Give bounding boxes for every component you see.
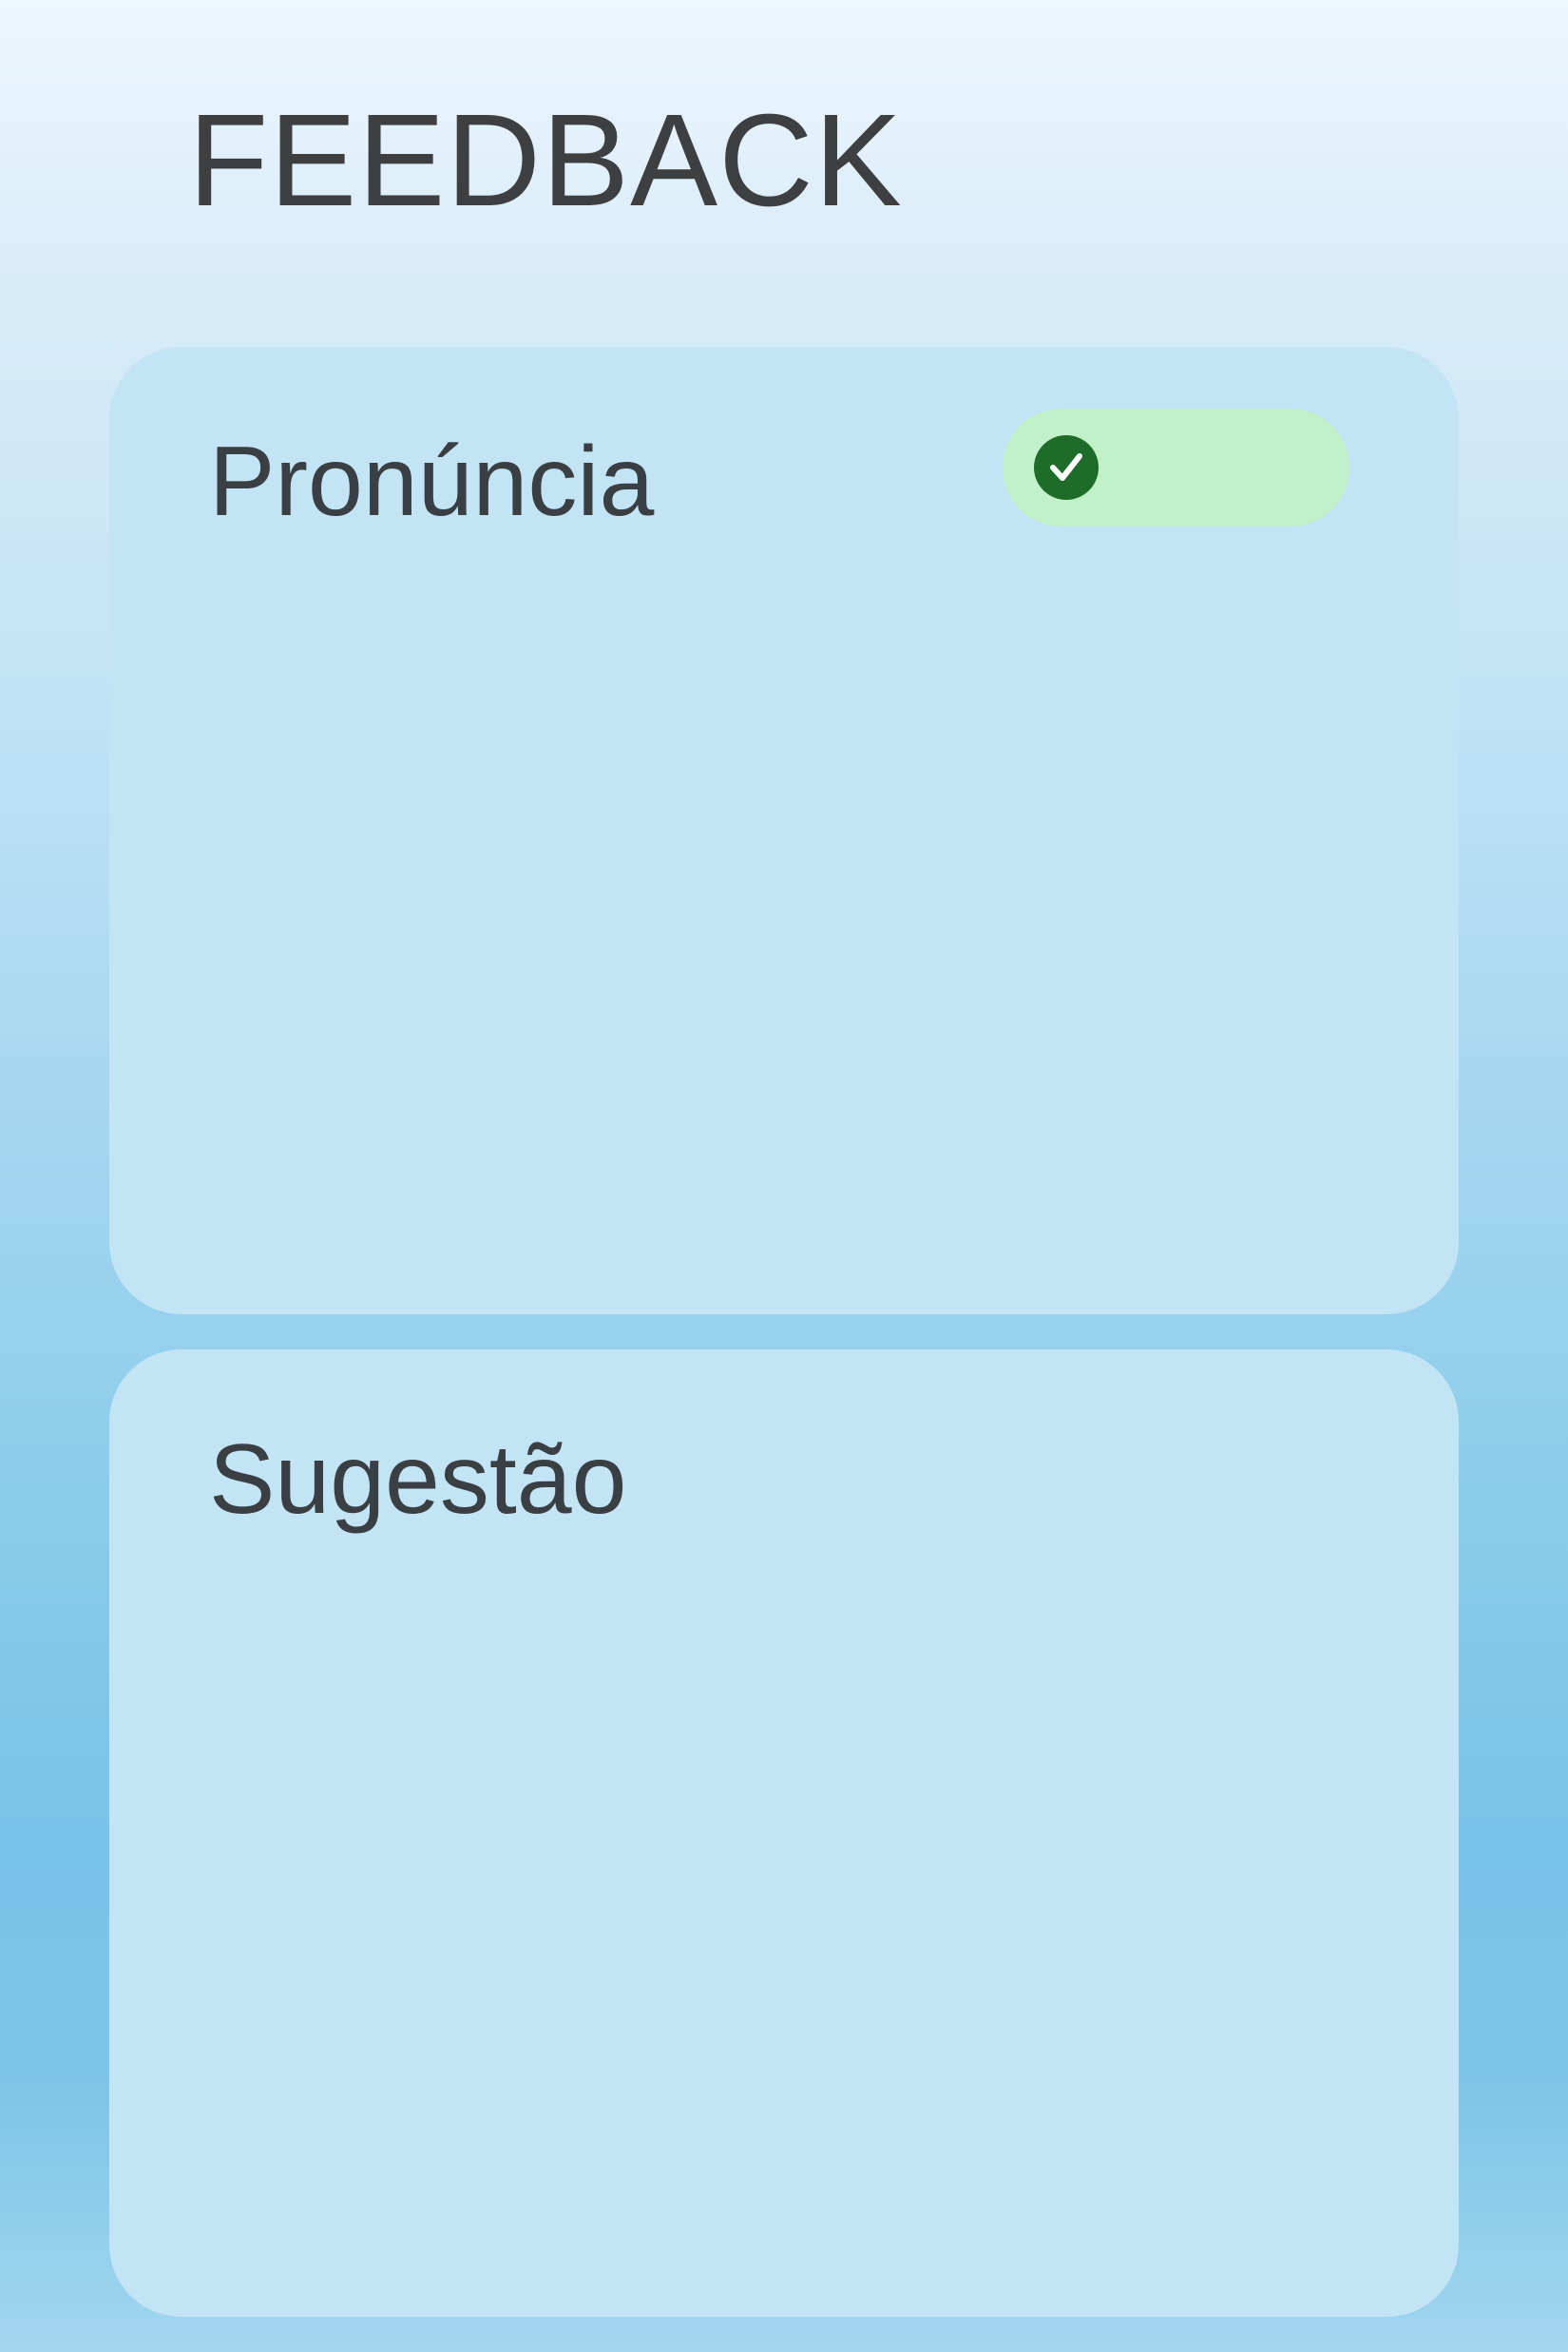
pronunciation-card: Pronúncia [109,347,1459,1314]
check-circle-icon [1034,435,1099,500]
page-title: FEEDBACK [188,87,903,234]
pronunciation-status-badge[interactable] [1003,409,1349,526]
suggestion-card: Sugestão [109,1349,1459,2317]
suggestion-title: Sugestão [209,1425,627,1535]
pronunciation-title: Pronúncia [209,427,655,537]
